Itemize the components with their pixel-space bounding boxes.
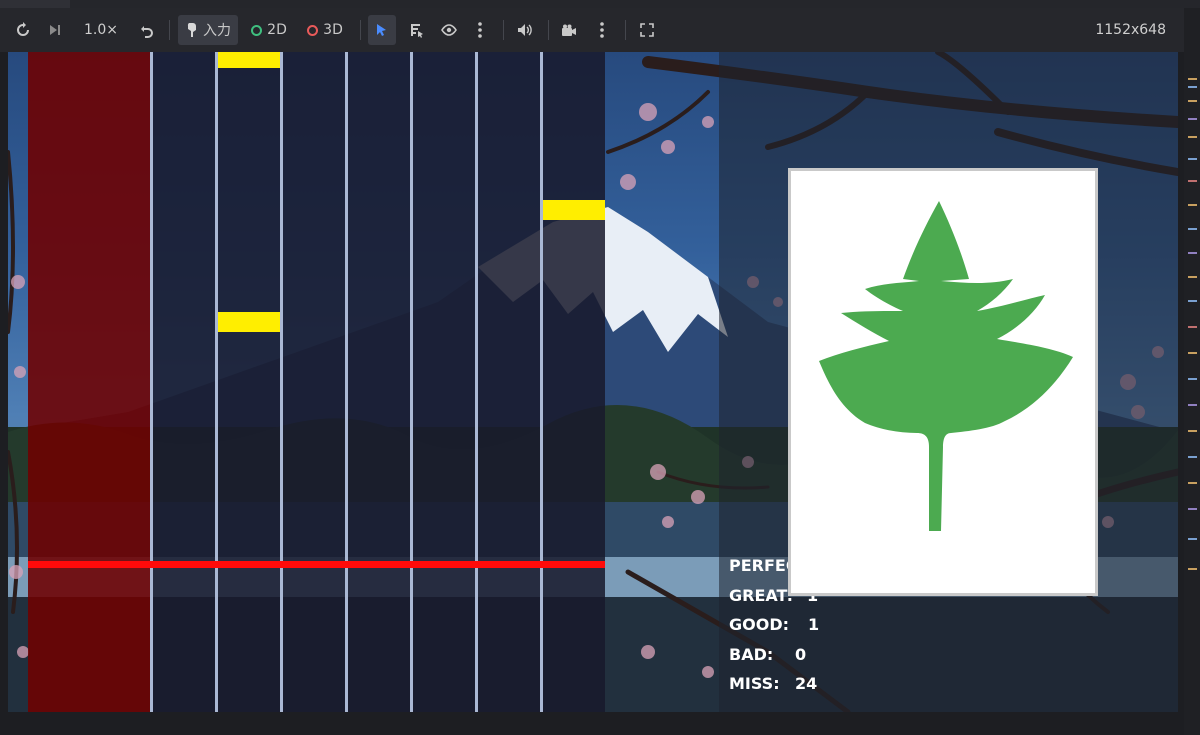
more-options-button[interactable] (468, 15, 492, 45)
toolbar-divider (625, 20, 626, 40)
toolbar-divider (360, 20, 361, 40)
stat-label: GREAT: (729, 585, 793, 605)
audio-button[interactable] (512, 15, 538, 45)
judgment-line (28, 561, 605, 568)
note (543, 200, 605, 220)
note (218, 52, 280, 68)
mode-3d-button[interactable]: 3D (304, 15, 346, 45)
undo-icon (141, 26, 153, 38)
visibility-button[interactable] (436, 15, 462, 45)
fullscreen-icon (640, 23, 654, 37)
lane-divider (280, 52, 283, 712)
editor-minimap-strip (1184, 8, 1200, 735)
speed-selector[interactable]: 1.0× (78, 15, 124, 45)
leaf-card (788, 168, 1098, 596)
input-toggle-button[interactable]: 入力 (178, 15, 238, 45)
toolbar-divider (548, 20, 549, 40)
lane-divider (540, 52, 543, 712)
stat-label: BAD: (729, 644, 774, 664)
viewport-bottom-edge (0, 712, 1184, 735)
lane-divider (410, 52, 413, 712)
toolbar-divider (503, 20, 504, 40)
more-vertical-icon (600, 22, 604, 38)
tab-marker (0, 0, 70, 8)
stat-value: 24 (795, 674, 818, 693)
mode-2d-circle-icon (251, 24, 263, 36)
toolbar: 1.0× 入力 2D 3D 1152x648 (0, 8, 1184, 52)
lane-divider (475, 52, 478, 712)
camera-icon (562, 24, 576, 36)
mode-3d-label: 3D (323, 22, 343, 38)
step-forward-button[interactable] (42, 15, 68, 45)
resolution-readout: 1152x648 (1095, 22, 1166, 38)
select-tool-button[interactable] (368, 15, 396, 45)
lane-field (153, 52, 605, 712)
stat-label: MISS: (729, 674, 780, 693)
more-vertical-icon (478, 22, 482, 38)
input-icon (187, 23, 196, 37)
eye-icon (441, 24, 457, 36)
undo-button[interactable] (134, 15, 160, 45)
mode-3d-circle-icon (307, 24, 319, 36)
more-options-button[interactable] (590, 15, 614, 45)
stat-value: 1 (808, 615, 820, 634)
reload-icon (17, 22, 29, 36)
list-pick-button[interactable] (404, 15, 430, 45)
input-toggle-label: 入力 (203, 23, 231, 39)
game-viewport[interactable]: PERFEC GREAT: 1 GOOD: 1 BAD: 0 MISS: 24 (8, 52, 1178, 712)
window-top-strip (0, 0, 1200, 8)
active-lane-highlight (28, 52, 150, 712)
camera-button[interactable] (556, 15, 582, 45)
lane-divider (215, 52, 218, 712)
mode-2d-button[interactable]: 2D (248, 15, 290, 45)
green-leaf-icon (819, 201, 1073, 531)
reload-button[interactable] (10, 15, 36, 45)
step-forward-icon (50, 25, 60, 35)
select-arrow-icon (377, 24, 386, 36)
lane-divider (150, 52, 153, 712)
list-pick-icon (411, 24, 423, 38)
speaker-icon (518, 24, 532, 36)
note (218, 312, 280, 332)
stat-bad: BAD: 0 (729, 640, 806, 670)
stat-value: 0 (795, 644, 807, 664)
lane-divider (345, 52, 348, 712)
fullscreen-button[interactable] (634, 15, 660, 45)
stat-miss: MISS: 24 (729, 669, 817, 699)
toolbar-divider (169, 20, 170, 40)
mode-2d-label: 2D (267, 22, 287, 38)
stat-good: GOOD: 1 (729, 610, 819, 640)
stat-label: GOOD: (729, 615, 790, 634)
